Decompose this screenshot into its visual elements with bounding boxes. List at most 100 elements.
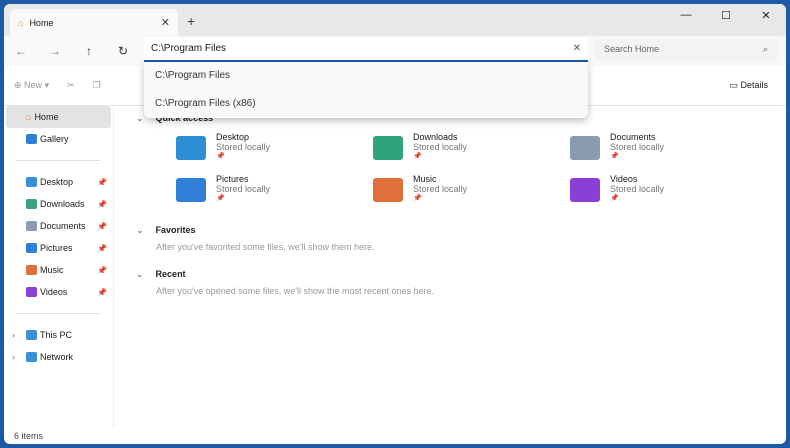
chevron-down-icon[interactable]: ⌄	[136, 269, 144, 280]
search-input[interactable]: Search Home ⌕	[594, 39, 778, 61]
sidebar-item-home[interactable]: ⌂ Home	[6, 106, 111, 128]
item-name: Music	[413, 174, 437, 184]
new-label: New	[24, 80, 43, 90]
pin-icon: 📌	[97, 265, 107, 275]
item-location: Stored locally	[216, 184, 271, 194]
music-folder-icon	[373, 178, 403, 202]
downloads-icon	[26, 199, 37, 209]
chevron-down-icon[interactable]: ⌄	[136, 225, 144, 236]
sidebar-item-pictures[interactable]: Pictures 📌	[4, 237, 113, 259]
details-button[interactable]: ▭ Details	[729, 80, 768, 91]
expand-icon[interactable]: ›	[12, 330, 15, 340]
title-bar: ⌂ Home ✕ + — ☐ ✕	[4, 4, 786, 36]
sidebar-item-music[interactable]: Music 📌	[4, 259, 113, 281]
quick-access-item[interactable]: Videos Stored locally 📌	[570, 174, 767, 208]
pin-icon: 📌	[610, 153, 619, 160]
address-input[interactable]: C:\Program Files ✕	[144, 38, 588, 62]
documents-folder-icon	[570, 136, 600, 160]
cut-icon[interactable]: ✂	[67, 80, 75, 91]
tab-title: Home	[29, 17, 54, 28]
sidebar-item-videos[interactable]: Videos 📌	[4, 281, 113, 303]
address-value: C:\Program Files	[151, 43, 227, 54]
downloads-folder-icon	[373, 136, 403, 160]
sidebar-label: Desktop	[40, 177, 74, 187]
sidebar-label: Network	[40, 352, 74, 362]
forward-icon[interactable]: →	[38, 44, 72, 58]
pin-icon: 📌	[413, 153, 422, 160]
quick-access-item[interactable]: Music Stored locally 📌	[373, 174, 570, 208]
pin-icon: 📌	[97, 287, 107, 297]
sidebar-label: Pictures	[40, 243, 73, 253]
sidebar-label: Music	[40, 265, 64, 275]
section-favorites[interactable]: ⌄ Favorites	[122, 222, 786, 238]
desktop-icon	[26, 177, 37, 187]
close-window-button[interactable]: ✕	[746, 4, 786, 26]
pin-icon: 📌	[413, 195, 422, 202]
network-icon	[26, 352, 37, 362]
sidebar-label: Gallery	[40, 134, 69, 144]
music-icon	[26, 265, 37, 275]
details-label: Details	[740, 80, 768, 90]
computer-icon	[26, 330, 37, 340]
search-placeholder: Search Home	[604, 44, 660, 54]
desktop-folder-icon	[176, 136, 206, 160]
item-name: Downloads	[413, 132, 458, 142]
sidebar-label: This PC	[40, 330, 73, 340]
content-area: ⌄ Quick access Desktop Stored locally 📌 Down…	[122, 110, 786, 310]
close-tab-icon[interactable]: ✕	[161, 16, 170, 29]
address-suggestions: C:\Program Files C:\Program Files (x86)	[144, 62, 588, 118]
pin-icon: 📌	[97, 243, 107, 253]
expand-icon[interactable]: ›	[12, 352, 15, 362]
item-location: Stored locally	[413, 184, 468, 194]
pin-icon: 📌	[610, 195, 619, 202]
suggestion-item[interactable]: C:\Program Files (x86)	[144, 90, 588, 118]
maximize-button[interactable]: ☐	[706, 4, 746, 26]
quick-access-item[interactable]: Downloads Stored locally 📌	[373, 132, 570, 166]
up-icon[interactable]: ↑	[72, 44, 106, 58]
videos-folder-icon	[570, 178, 600, 202]
file-explorer-window: ⌂ Home ✕ + — ☐ ✕ ← → ↑ ↻ C:\Program File…	[4, 4, 786, 444]
minimize-button[interactable]: —	[666, 4, 706, 26]
home-icon: ⌂	[26, 112, 32, 122]
status-bar-count: 6 items	[14, 431, 44, 441]
pin-icon: 📌	[216, 195, 225, 202]
quick-access-item[interactable]: Documents Stored locally 📌	[570, 132, 767, 166]
home-icon: ⌂	[18, 17, 24, 28]
item-location: Stored locally	[610, 142, 665, 152]
sidebar-label: Videos	[40, 287, 68, 297]
divider	[16, 313, 101, 314]
chevron-down-icon[interactable]: ⌄	[136, 113, 144, 124]
item-location: Stored locally	[413, 142, 468, 152]
pictures-icon	[26, 243, 37, 253]
refresh-icon[interactable]: ↻	[106, 44, 140, 58]
item-name: Documents	[610, 132, 656, 142]
new-button[interactable]: ⊕ New ▾	[14, 80, 49, 91]
sidebar-label: Downloads	[40, 199, 85, 209]
gallery-icon	[26, 134, 37, 144]
copy-icon[interactable]: ❐	[93, 80, 101, 91]
sidebar-item-documents[interactable]: Documents 📌	[4, 215, 113, 237]
sidebar-item-this-pc[interactable]: › This PC	[4, 324, 113, 346]
item-location: Stored locally	[610, 184, 665, 194]
sidebar-item-desktop[interactable]: Desktop 📌	[4, 171, 113, 193]
section-recent[interactable]: ⌄ Recent	[122, 266, 786, 282]
new-tab-button[interactable]: +	[187, 13, 195, 29]
back-icon[interactable]: ←	[4, 44, 38, 58]
clear-icon[interactable]: ✕	[573, 43, 581, 55]
tab-home[interactable]: ⌂ Home ✕	[10, 9, 178, 36]
pin-icon: 📌	[97, 221, 107, 231]
divider	[16, 160, 101, 161]
documents-icon	[26, 221, 37, 231]
details-icon: ▭	[729, 80, 738, 90]
quick-access-item[interactable]: Pictures Stored locally 📌	[176, 174, 373, 208]
item-location: Stored locally	[216, 142, 271, 152]
pictures-folder-icon	[176, 178, 206, 202]
sidebar-label: Documents	[40, 221, 86, 231]
sidebar-item-gallery[interactable]: Gallery	[4, 128, 113, 150]
item-name: Pictures	[216, 174, 249, 184]
sidebar-item-network[interactable]: › Network	[4, 346, 113, 368]
suggestion-item[interactable]: C:\Program Files	[144, 62, 588, 90]
pin-icon: 📌	[97, 199, 107, 209]
quick-access-item[interactable]: Desktop Stored locally 📌	[176, 132, 373, 166]
sidebar-item-downloads[interactable]: Downloads 📌	[4, 193, 113, 215]
